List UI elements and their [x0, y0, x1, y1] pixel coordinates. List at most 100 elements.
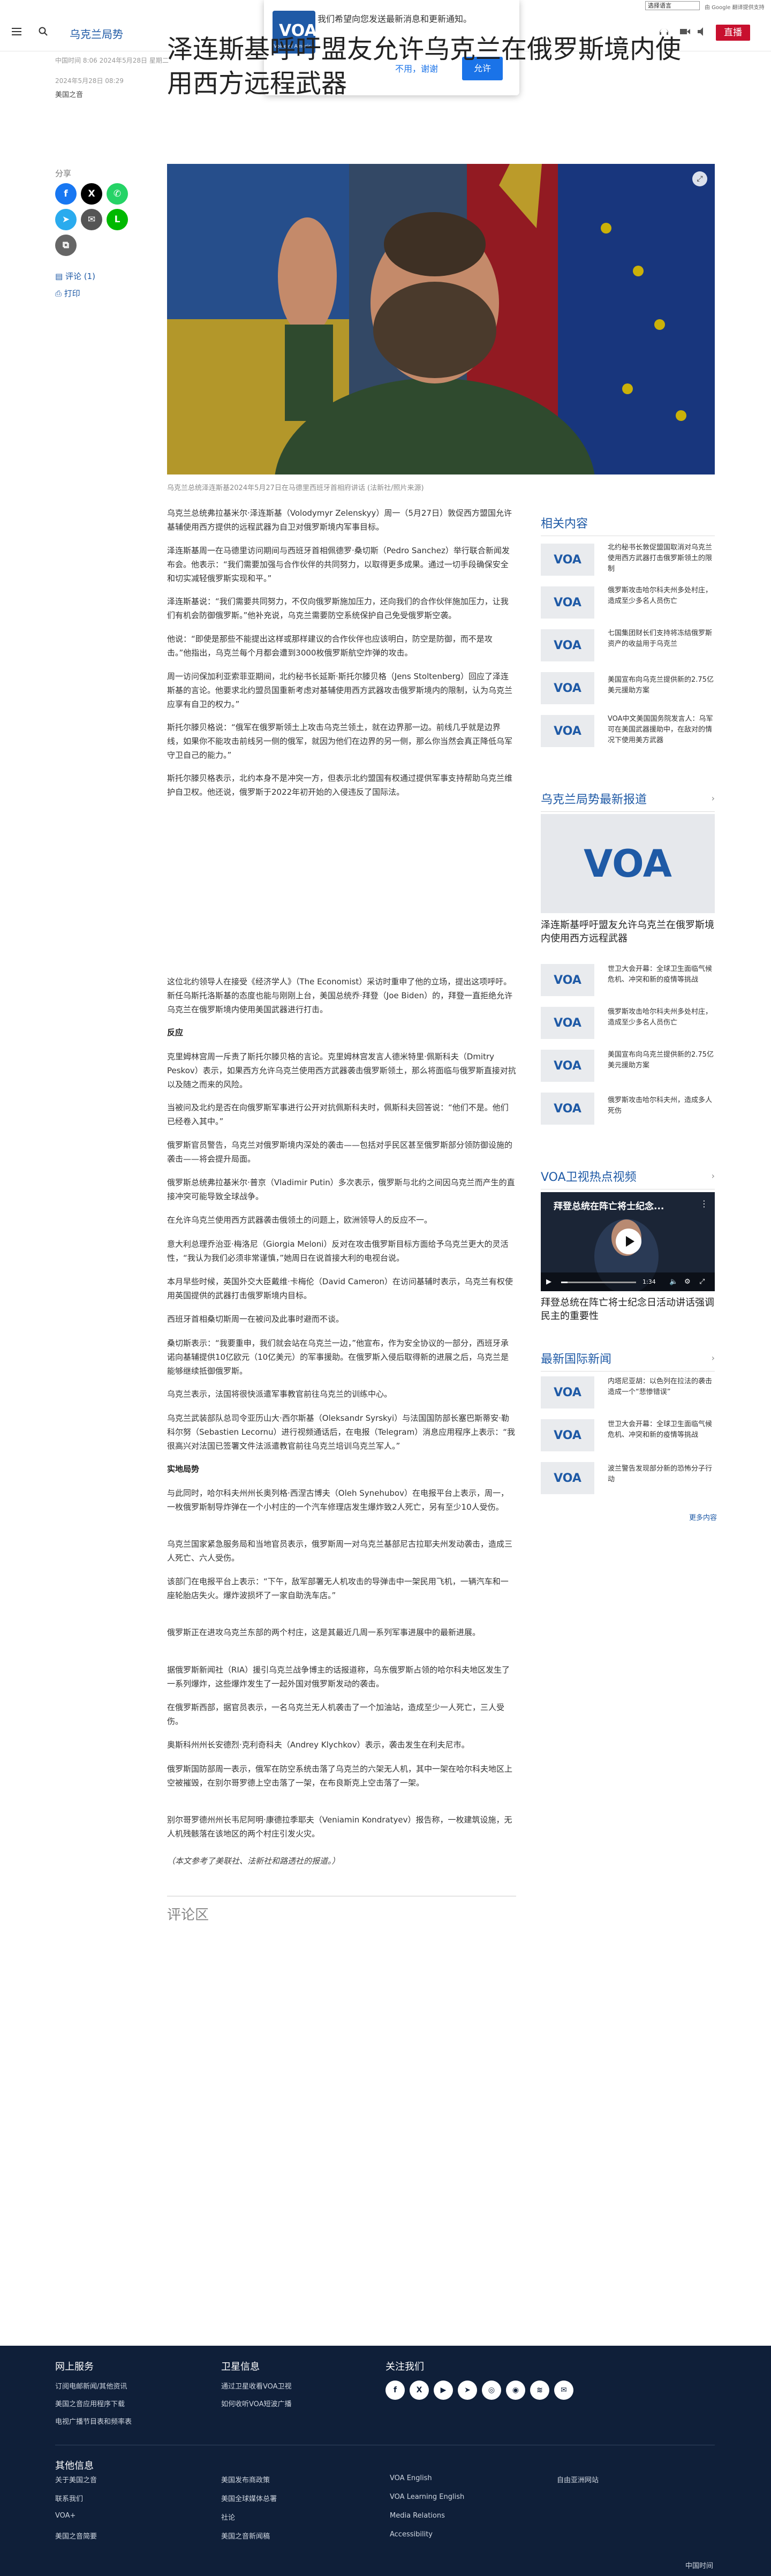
- fullscreen-icon[interactable]: ⤢: [699, 1278, 705, 1286]
- copy-link-icon[interactable]: ⧉: [55, 235, 77, 256]
- related-link[interactable]: 美国宣布向乌克兰提供新的2.75亿美元援助方案: [608, 675, 715, 696]
- more-link[interactable]: 更多内容: [689, 1512, 717, 1522]
- footer-link[interactable]: 如何收听VOA短波广播: [221, 2398, 292, 2408]
- intl-thumbnail[interactable]: VOA: [541, 1462, 594, 1494]
- line-icon[interactable]: L: [107, 209, 128, 230]
- intl-link[interactable]: 世卫大会开幕：全球卫生面临气候危机、冲突和新的疫情等挑战: [608, 1419, 715, 1441]
- x-icon[interactable]: X: [81, 183, 102, 205]
- footer-link[interactable]: 美国全球媒体总署: [221, 2493, 277, 2503]
- chevron-right-icon: ›: [711, 1353, 715, 1363]
- google-translate-credit[interactable]: 由 Google 翻译提供支持: [705, 3, 765, 11]
- latest-main-link[interactable]: 泽连斯基呼吁盟友允许乌克兰在俄罗斯境内使用西方远程武器: [541, 918, 715, 945]
- article-paragraph: 乌克兰表示，法国将很快派遣军事教官前往乌克兰的训练中心。: [167, 1389, 392, 1399]
- article-paragraph: 俄罗斯官员警告，乌克兰对俄罗斯境内深处的袭击——包括对乎民区甚至俄罗斯部分领防御…: [167, 1140, 513, 1164]
- footer-link[interactable]: 联系我们: [55, 2493, 83, 2503]
- live-button[interactable]: 直播: [716, 25, 750, 41]
- latest-heading[interactable]: 乌克兰局势最新报道 ›: [541, 790, 715, 812]
- latest-title: 乌克兰局势最新报道: [541, 793, 647, 807]
- intl-thumbnail[interactable]: VOA: [541, 1419, 594, 1451]
- intl-link[interactable]: 内塔尼亚胡：以色列在拉法的袭击造成一个“悲惨错误”: [608, 1376, 715, 1398]
- volume-icon[interactable]: 🔈: [669, 1278, 678, 1286]
- footer-link[interactable]: VOA English: [390, 2474, 432, 2482]
- latest-link[interactable]: 俄罗斯攻击哈尔科夫州，造成多人死伤: [608, 1095, 715, 1117]
- publish-date: 2024年5月28日 08:29: [55, 77, 124, 85]
- footer-link[interactable]: VOA+: [55, 2512, 75, 2520]
- footer-link[interactable]: Accessibility: [390, 2530, 433, 2539]
- article-source-note: （本文参考了美联社、法新社和路透社的报道。）: [167, 1856, 340, 1866]
- x-icon[interactable]: X: [410, 2381, 429, 2400]
- intl-heading[interactable]: 最新国际新闻 ›: [541, 1350, 715, 1372]
- related-thumbnail[interactable]: VOA: [541, 544, 594, 576]
- footer-link[interactable]: VOA Learning English: [390, 2493, 464, 2501]
- comment-link[interactable]: ▤ 评论 (1): [55, 270, 95, 282]
- latest-thumbnail[interactable]: VOA: [541, 1050, 594, 1082]
- related-thumbnail[interactable]: VOA: [541, 715, 594, 747]
- footer-link[interactable]: 美国之音新闻稿: [221, 2530, 270, 2541]
- play-icon[interactable]: [616, 1229, 641, 1254]
- article-paragraph: 桑切斯表示：“我要重申，我们就会站在乌克兰一边，”他宣布，作为安全协议的一部分，…: [167, 1338, 509, 1376]
- search-icon[interactable]: [39, 27, 48, 36]
- video-player[interactable]: 拜登总统在阵亡将士纪念... ⋮ ▶ 1:34 🔈 ⚙ ⤢: [541, 1192, 715, 1291]
- latest-main-thumbnail[interactable]: VOA: [541, 814, 715, 913]
- facebook-icon[interactable]: f: [386, 2381, 405, 2400]
- article-paragraph: 在允许乌克兰使用西方武器袭击俄领土的问题上，欧洲领导人的反应不一。: [167, 1215, 433, 1225]
- instagram-icon[interactable]: ◎: [482, 2381, 501, 2400]
- footer-region: 中国时间: [685, 2562, 714, 2570]
- video-heading[interactable]: VOA卫视热点视频 ›: [541, 1168, 715, 1189]
- expand-icon[interactable]: ⤢: [692, 171, 707, 186]
- footer-link[interactable]: 订阅电邮新闻/其他资讯: [55, 2381, 127, 2391]
- footer-link[interactable]: 电视广播节目表和频率表: [55, 2416, 132, 2426]
- newsletter-icon[interactable]: ✉: [554, 2381, 573, 2400]
- settings-icon[interactable]: ⚙: [684, 1278, 691, 1286]
- article-paragraph: 乌克兰武装部队总司令亚历山大·西尔斯基（Oleksandr Syrskyi）与法…: [167, 1413, 515, 1451]
- byline[interactable]: 美国之音: [55, 89, 83, 99]
- print-link[interactable]: ⎙ 打印: [55, 288, 80, 299]
- section-link[interactable]: 乌克兰局势: [70, 26, 123, 41]
- video-play-small-icon[interactable]: ▶: [546, 1278, 551, 1286]
- footer-follow-heading: 关注我们: [386, 2361, 424, 2372]
- footer-link[interactable]: 自由亚洲网站: [557, 2474, 599, 2484]
- article-paragraph: 泽连斯基周一在马德里访问期间与西班牙首相佩德罗·桑切斯（Pedro Sanche…: [167, 546, 510, 583]
- podcast-icon[interactable]: ◉: [506, 2381, 525, 2400]
- footer-link[interactable]: 社论: [221, 2512, 235, 2522]
- comments-section-title: 评论区: [167, 1896, 516, 1924]
- latest-link[interactable]: 世卫大会开幕：全球卫生面临气候危机、冲突和新的疫情等挑战: [608, 964, 715, 985]
- rss-icon[interactable]: ≋: [530, 2381, 549, 2400]
- footer-link[interactable]: 美国之音简要: [55, 2530, 97, 2541]
- footer-online-heading: 网上服务: [55, 2361, 94, 2372]
- latest-thumbnail[interactable]: VOA: [541, 964, 594, 996]
- youtube-icon[interactable]: ▶: [434, 2381, 453, 2400]
- video-overlay-title: 拜登总统在阵亡将士纪念...: [554, 1201, 664, 1212]
- intl-link[interactable]: 波兰警告发现部分新的恐怖分子行动: [608, 1464, 715, 1485]
- related-link[interactable]: 北约秘书长敦促盟国取消对乌克兰使用西方武器打击俄罗斯领土的限制: [608, 543, 715, 575]
- related-thumbnail[interactable]: VOA: [541, 629, 594, 661]
- menu-icon[interactable]: [12, 28, 21, 37]
- footer-link[interactable]: Media Relations: [390, 2512, 445, 2520]
- latest-thumbnail[interactable]: VOA: [541, 1093, 594, 1125]
- related-link[interactable]: 俄罗斯攻击哈尔科夫州多处村庄，造成至少多名人员伤亡: [608, 585, 715, 607]
- language-select[interactable]: 选择语言: [645, 1, 700, 10]
- comment-icon: ▤: [55, 272, 63, 281]
- related-link[interactable]: VOA中文美国国务院发言人：乌军可在美国武器援助中，在敌对的情况下使用美方武器: [608, 714, 715, 746]
- footer-link[interactable]: 美国发布商政策: [221, 2474, 270, 2484]
- video-caption-link[interactable]: 拜登总统在阵亡将士纪念日活动讲话强调民主的重要性: [541, 1296, 715, 1323]
- related-thumbnail[interactable]: VOA: [541, 586, 594, 619]
- intl-thumbnail[interactable]: VOA: [541, 1376, 594, 1408]
- footer-link[interactable]: 通过卫星收看VOA卫视: [221, 2381, 292, 2391]
- video-share-icon[interactable]: ⋮: [700, 1199, 708, 1209]
- footer-link[interactable]: 美国之音应用程序下载: [55, 2398, 125, 2408]
- related-link[interactable]: 七国集团财长们支持将冻结俄罗斯资产的收益用于乌克兰: [608, 628, 715, 650]
- latest-link[interactable]: 俄罗斯攻击哈尔科夫州多处村庄，造成至少多名人员伤亡: [608, 1007, 715, 1028]
- article-subheading: 实地局势: [167, 1464, 200, 1474]
- telegram-icon[interactable]: ➤: [458, 2381, 477, 2400]
- whatsapp-icon[interactable]: ✆: [107, 183, 128, 205]
- article-paragraph: 斯托尔滕贝格表示，北约本身不是冲突一方，但表示北约盟国有权通过提供军事支持帮助乌…: [167, 773, 513, 797]
- latest-thumbnail[interactable]: VOA: [541, 1007, 594, 1039]
- telegram-icon[interactable]: ➤: [55, 209, 77, 230]
- facebook-icon[interactable]: f: [55, 183, 77, 205]
- email-icon[interactable]: ✉: [81, 209, 102, 230]
- related-thumbnail[interactable]: VOA: [541, 672, 594, 704]
- footer-other-heading: 其他信息: [55, 2460, 94, 2472]
- latest-link[interactable]: 美国宣布向乌克兰提供新的2.75亿美元援助方案: [608, 1050, 715, 1071]
- footer-link[interactable]: 关于美国之音: [55, 2474, 97, 2484]
